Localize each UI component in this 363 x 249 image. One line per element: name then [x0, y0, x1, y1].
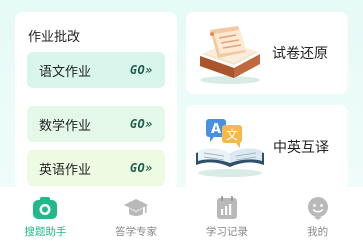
english-homework-button[interactable]: 英语作业 GO»	[27, 150, 165, 186]
chinese-homework-button[interactable]: 语文作业 GO»	[27, 52, 165, 88]
translate-card[interactable]: A 文 中英互译	[186, 105, 348, 190]
svg-text:文: 文	[226, 127, 238, 142]
go-arrow-icon: GO»	[129, 63, 153, 77]
exam-restore-label: 试卷还原	[272, 46, 328, 62]
tab-expert-label: 答学专家	[115, 226, 158, 238]
graduation-cap-icon	[123, 195, 149, 221]
tab-profile-label: 我的	[307, 226, 329, 238]
tab-search-helper[interactable]: 搜题助手	[0, 187, 91, 249]
homework-card: 作业批改 语文作业 GO» 数学作业 GO» 英语作业 GO»	[15, 12, 177, 190]
tab-expert[interactable]: 答学专家	[91, 187, 182, 249]
chinese-homework-label: 语文作业	[39, 64, 92, 80]
go-arrow-icon: GO»	[129, 117, 153, 131]
tab-records-label: 学习记录	[205, 226, 248, 238]
translate-book-icon: A 文	[192, 113, 268, 183]
math-homework-label: 数学作业	[39, 118, 92, 134]
tab-profile[interactable]: 我的	[272, 187, 363, 249]
camera-icon	[32, 195, 58, 221]
svg-text:A: A	[211, 122, 221, 137]
records-icon	[214, 195, 240, 221]
tab-search-helper-label: 搜题助手	[24, 226, 67, 238]
english-homework-label: 英语作业	[39, 162, 92, 178]
exam-restore-card[interactable]: 试卷还原	[186, 12, 348, 94]
bottom-tab-bar: 搜题助手 答学专家 学习记录 我的	[0, 187, 363, 249]
translate-label: 中英互译	[273, 140, 329, 156]
homework-title: 作业批改	[28, 30, 81, 45]
go-arrow-icon: GO»	[129, 161, 153, 175]
exam-paper-icon	[194, 20, 266, 90]
tab-records[interactable]: 学习记录	[182, 187, 273, 249]
profile-icon	[305, 195, 331, 221]
math-homework-button[interactable]: 数学作业 GO»	[27, 106, 165, 142]
